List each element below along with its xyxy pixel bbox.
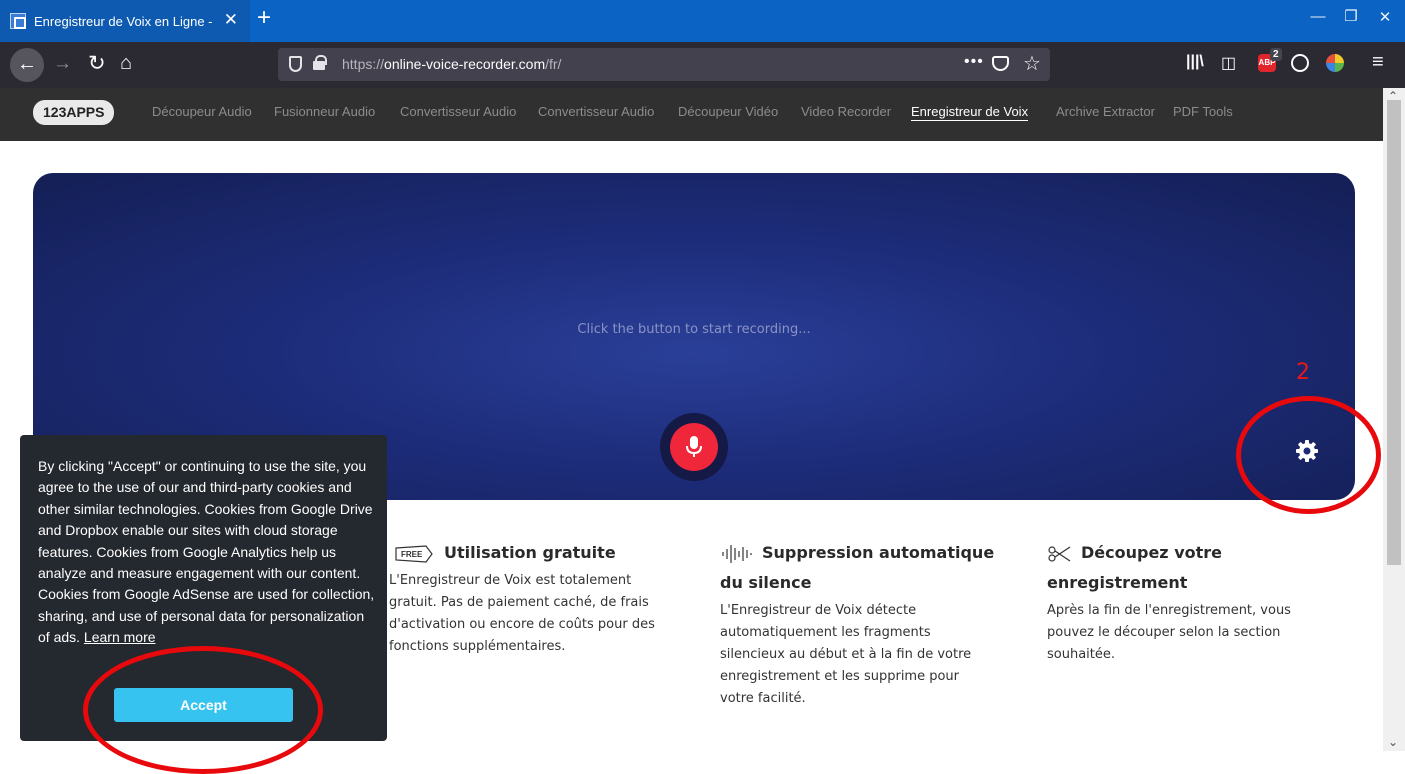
home-icon[interactable]: ⌂	[120, 52, 132, 75]
record-button[interactable]	[670, 423, 718, 471]
feature-silence-title: Suppression automatique du silence	[720, 543, 995, 592]
star-icon[interactable]: ☆	[1023, 51, 1041, 76]
url-path: /fr/	[545, 56, 562, 72]
more-icon[interactable]: •••	[964, 53, 984, 71]
adblock-count-badge: 2	[1270, 48, 1282, 61]
scroll-thumb[interactable]	[1387, 100, 1401, 565]
restore-icon[interactable]: ❐	[1339, 7, 1363, 25]
site-nav: 123APPS Découpeur Audio Fusionneur Audio…	[0, 88, 1383, 141]
browser-toolbar: ← → ↻ ⌂ https://online-voice-recorder.co…	[0, 42, 1405, 88]
url-host: online-voice-recorder.com	[384, 56, 546, 72]
url-text[interactable]: https://online-voice-recorder.com/fr/	[342, 56, 561, 72]
browser-tab-bar: Enregistreur de Voix en Ligne - ✕ + — ❐ …	[0, 0, 1405, 42]
shield-icon[interactable]	[289, 56, 302, 72]
tab-close-icon[interactable]: ✕	[224, 11, 238, 29]
feature-cut-heading: Découpez votre enregistrement	[1047, 538, 1337, 598]
cookie-message: By clicking "Accept" or continuing to us…	[38, 456, 378, 649]
page-scrollbar[interactable]: ⌃ ⌄	[1383, 88, 1405, 751]
annotation-circle-accept	[83, 646, 323, 774]
annotation-circle-settings	[1236, 396, 1381, 514]
library-icon[interactable]: |||\	[1186, 53, 1204, 71]
nav-item-video-cutter[interactable]: Découpeur Vidéo	[678, 104, 778, 119]
learn-more-link[interactable]: Learn more	[84, 629, 156, 645]
scissors-icon	[1048, 545, 1071, 562]
nav-item-pdf-tools[interactable]: PDF Tools	[1173, 104, 1233, 119]
nav-item-audio-converter[interactable]: Convertisseur Audio	[400, 104, 516, 119]
nav-item-audio-cutter[interactable]: Découpeur Audio	[152, 104, 252, 119]
back-icon[interactable]: ←	[10, 48, 44, 82]
account-icon[interactable]	[1291, 54, 1309, 72]
url-scheme: https://	[342, 56, 385, 72]
pocket-icon[interactable]	[992, 56, 1009, 71]
nav-item-voice-recorder[interactable]: Enregistreur de Voix	[911, 104, 1029, 121]
feature-cut-title: Découpez votre enregistrement	[1047, 543, 1222, 592]
feature-free-title: Utilisation gratuite	[444, 543, 616, 562]
feature-free-text: L'Enregistreur de Voix est totalement gr…	[389, 573, 655, 654]
forward-icon[interactable]: →	[53, 53, 72, 75]
address-bar[interactable]: https://online-voice-recorder.com/fr/ ••…	[278, 48, 1050, 81]
feature-free-heading: FREE Utilisation gratuite	[389, 538, 689, 568]
site-logo[interactable]: 123APPS	[33, 100, 115, 125]
record-button-ring	[660, 413, 728, 481]
feature-silence: Suppression automatique du silence L'Enr…	[720, 538, 1010, 710]
menu-icon[interactable]: ≡	[1372, 51, 1384, 74]
feature-silence-heading: Suppression automatique du silence	[720, 538, 1010, 598]
window-close-icon[interactable]: ✕	[1373, 8, 1397, 26]
nav-item-audio-converter-2[interactable]: Convertisseur Audio	[538, 104, 654, 119]
scroll-down-icon[interactable]: ⌄	[1388, 735, 1398, 749]
feature-cut: Découpez votre enregistrement Après la f…	[1047, 538, 1337, 666]
annotation-number: 2	[1296, 360, 1310, 385]
microphone-icon	[686, 436, 702, 457]
feature-free: FREE Utilisation gratuite L'Enregistreur…	[389, 538, 689, 658]
tab-title: Enregistreur de Voix en Ligne -	[34, 13, 213, 29]
nav-item-archive-extractor[interactable]: Archive Extractor	[1056, 104, 1155, 119]
minimize-icon[interactable]: —	[1306, 8, 1330, 25]
extension-icon[interactable]	[1326, 54, 1344, 72]
free-tag-icon: FREE	[395, 544, 433, 563]
feature-cut-text: Après la fin de l'enregistrement, vous p…	[1047, 603, 1291, 662]
reload-icon[interactable]: ↻	[88, 51, 106, 76]
new-tab-button[interactable]: +	[257, 6, 271, 30]
feature-silence-text: L'Enregistreur de Voix détecte automatiq…	[720, 603, 972, 706]
nav-item-audio-joiner[interactable]: Fusionneur Audio	[274, 104, 375, 119]
recorder-hint: Click the button to start recording...	[577, 322, 811, 337]
lock-icon[interactable]	[313, 55, 327, 70]
sidebar-icon[interactable]: ◫	[1221, 53, 1236, 73]
cookie-text: By clicking "Accept" or continuing to us…	[38, 458, 375, 646]
waveform-icon	[722, 544, 752, 563]
nav-item-video-recorder[interactable]: Video Recorder	[801, 104, 891, 119]
svg-text:FREE: FREE	[401, 550, 423, 559]
browser-tab[interactable]: Enregistreur de Voix en Ligne - ✕	[0, 0, 250, 42]
favicon-icon	[10, 13, 26, 29]
